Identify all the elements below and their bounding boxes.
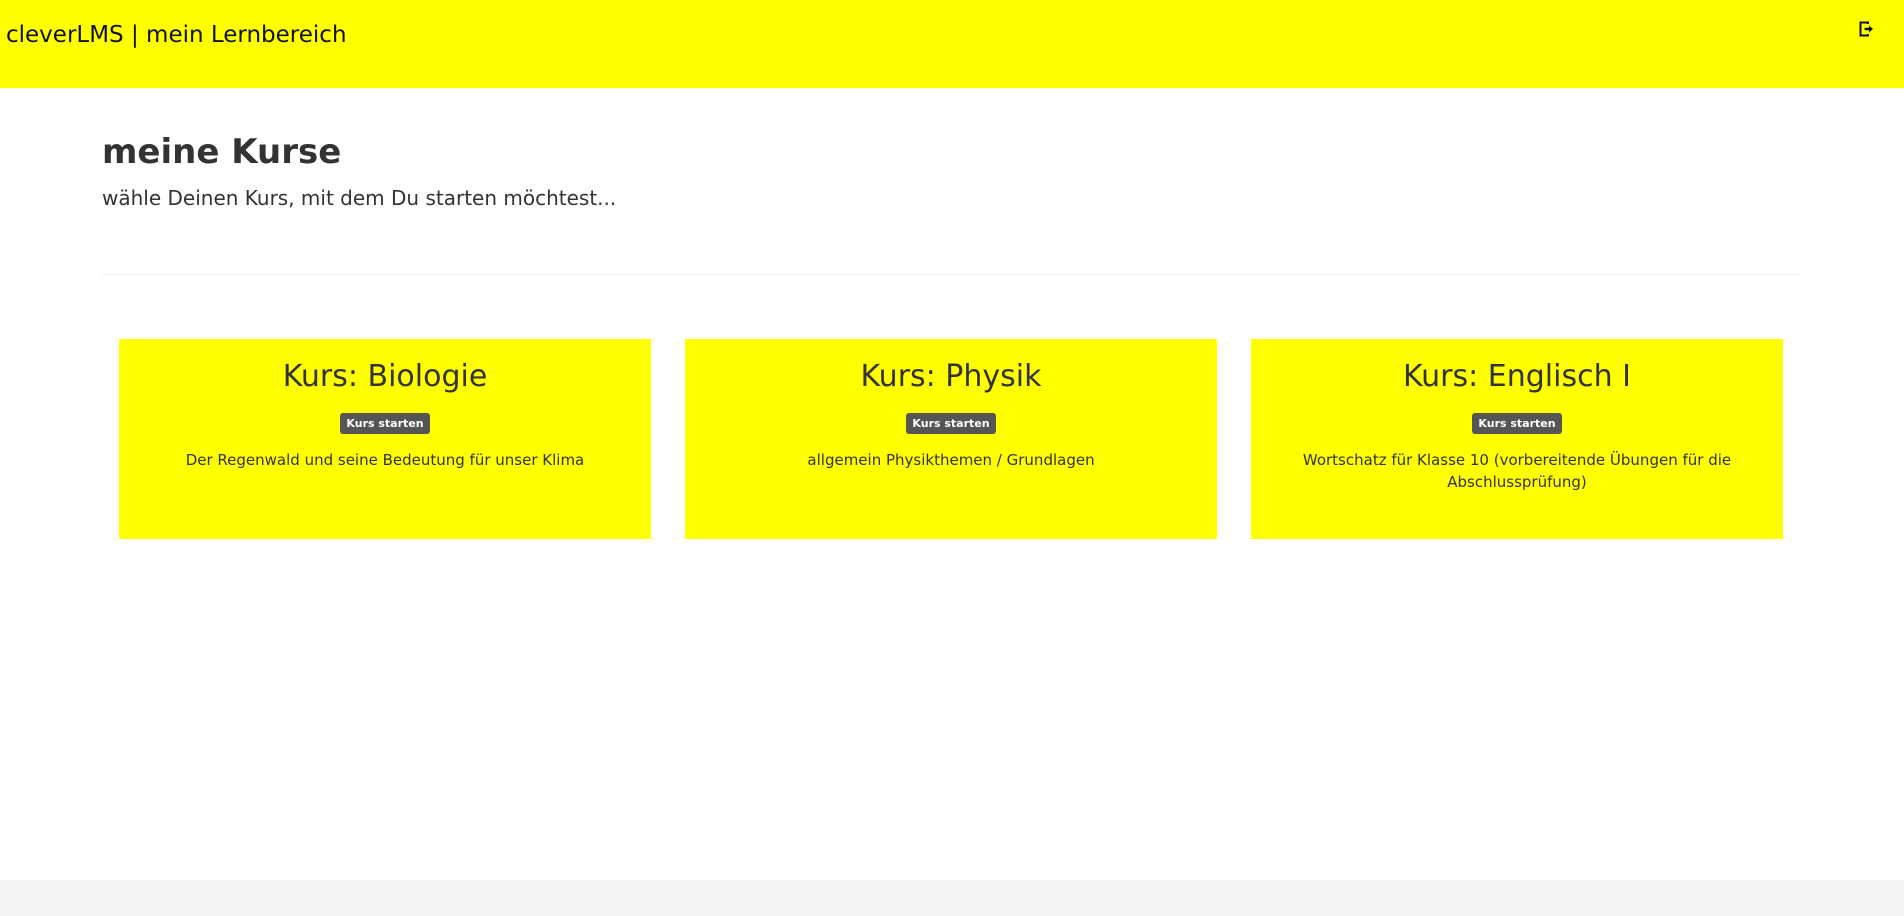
brand-title[interactable]: cleverLMS | mein Lernbereich [6,22,347,48]
course-title: Kurs: Englisch I [1402,359,1631,394]
course-description: Der Regenwald und seine Bedeutung für un… [185,451,585,469]
course-description: Wortschatz für Klasse 10 (vorbereitende … [1302,451,1732,491]
course-list: Kurs: Biologie Kurs starten Der Regenwal… [119,339,1783,539]
course-card-physik: Kurs: Physik Kurs starten allgemein Phys… [685,339,1217,539]
course-card-biologie: Kurs: Biologie Kurs starten Der Regenwal… [119,339,651,539]
page-title: meine Kurse [102,132,342,172]
course-description: allgemein Physikthemen / Grundlagen [807,451,1095,469]
start-course-button[interactable]: Kurs starten [340,413,430,434]
footer [0,880,1904,916]
logout-button[interactable] [1856,18,1878,40]
page-subtitle: wähle Deinen Kurs, mit dem Du starten mö… [102,186,617,210]
start-course-button[interactable]: Kurs starten [1472,413,1562,434]
divider [102,274,1800,275]
top-navbar: cleverLMS | mein Lernbereich [0,0,1904,88]
start-course-button[interactable]: Kurs starten [906,413,996,434]
course-title: Kurs: Biologie [282,359,488,394]
sign-out-icon [1859,21,1873,37]
course-card-englisch: Kurs: Englisch I Kurs starten Wortschatz… [1251,339,1783,539]
course-title: Kurs: Physik [860,359,1042,394]
